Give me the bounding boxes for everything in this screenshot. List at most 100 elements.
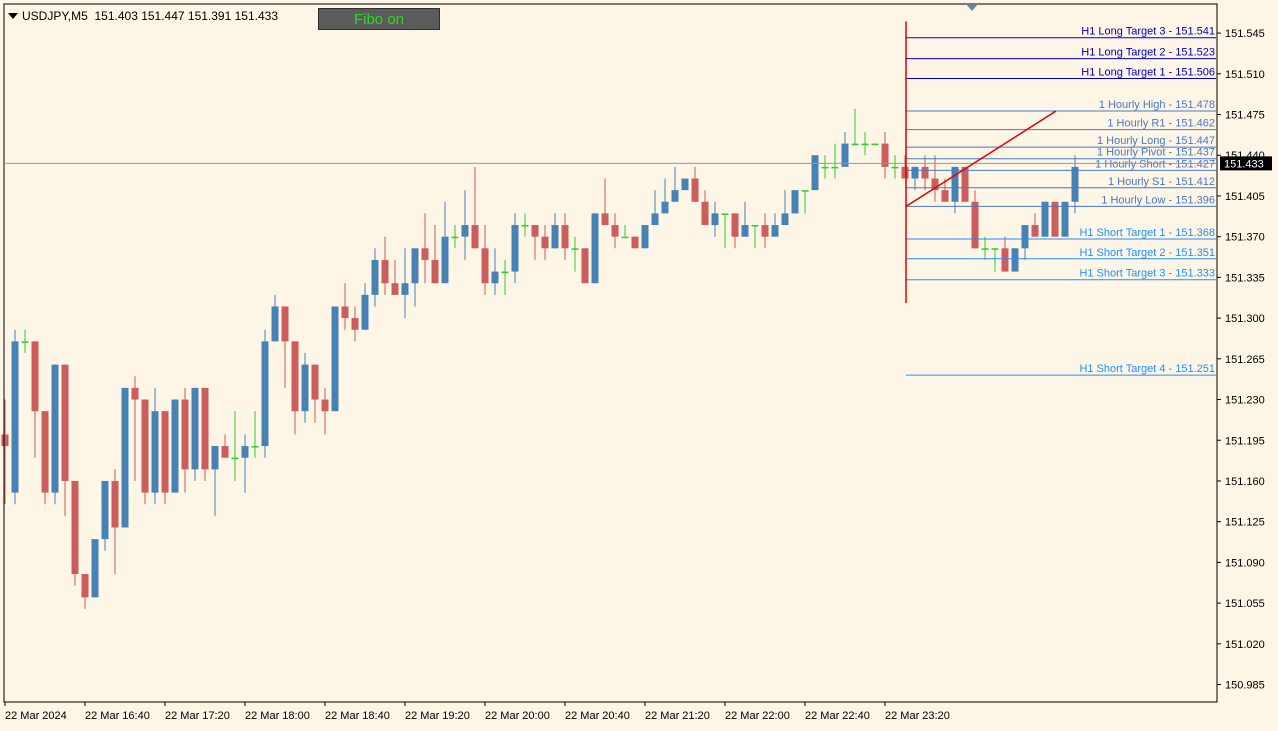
level-label: H1 Long Target 1 - 151.506 — [1081, 66, 1215, 78]
candle-body — [361, 294, 369, 330]
candle-body — [1011, 248, 1019, 272]
candle-body — [631, 236, 639, 249]
candle-body — [121, 387, 129, 528]
candle-body — [801, 190, 809, 192]
candle-body — [291, 341, 299, 412]
candle-body — [351, 318, 359, 330]
candle-body — [491, 271, 499, 284]
candle-body — [641, 225, 649, 249]
candle-body — [81, 574, 89, 598]
candle-body — [31, 341, 39, 412]
candle-body — [211, 446, 219, 470]
candle-body — [871, 143, 879, 146]
x-tick-label: 22 Mar 22:00 — [725, 710, 790, 722]
x-tick-label: 22 Mar 17:20 — [165, 710, 230, 722]
candle-body — [481, 248, 489, 284]
candle-body — [731, 213, 739, 237]
symbol-info[interactable]: USDJPY,M5 151.403 151.447 151.391 151.43… — [8, 9, 278, 23]
candle-body — [91, 539, 99, 598]
level-label: H1 Short Target 3 - 151.333 — [1079, 268, 1215, 280]
y-tick-label: 151.125 — [1225, 517, 1265, 529]
candle-body — [411, 248, 419, 284]
candle-body — [341, 306, 349, 319]
candle-body — [151, 411, 159, 493]
candle-body — [161, 411, 169, 493]
x-tick-label: 22 Mar 2024 — [5, 710, 67, 722]
candle-body — [541, 236, 549, 249]
candle-body — [761, 225, 769, 237]
candle-body — [301, 364, 309, 412]
candle-body — [51, 364, 59, 493]
candle-body — [281, 306, 289, 342]
candle-body — [741, 225, 749, 237]
candle-body — [421, 248, 429, 260]
candle-body — [651, 213, 659, 226]
candle-body — [591, 213, 599, 284]
level-label: 1 Hourly High - 151.478 — [1099, 99, 1215, 111]
candle-body — [1041, 201, 1049, 237]
y-tick-label: 151.090 — [1225, 557, 1265, 569]
candle-body — [251, 446, 259, 448]
candle-body — [1001, 248, 1009, 272]
y-tick-label: 151.265 — [1225, 354, 1265, 366]
candle-body — [461, 225, 469, 237]
current-price-label: 151.433 — [1224, 158, 1264, 170]
level-label: H1 Long Target 2 - 151.523 — [1081, 47, 1215, 59]
candle-body — [141, 399, 149, 493]
candle-body — [1021, 225, 1029, 249]
candle-body — [701, 201, 709, 226]
candle-body — [101, 480, 109, 540]
candle-body — [861, 143, 869, 146]
x-tick-label: 22 Mar 22:40 — [805, 710, 870, 722]
candle-body — [821, 166, 829, 169]
candle-body — [431, 259, 439, 284]
candle-body — [561, 225, 569, 249]
candle-body — [951, 166, 959, 202]
candle-body — [521, 225, 529, 227]
candle-body — [441, 236, 449, 284]
x-tick-label: 22 Mar 18:00 — [245, 710, 310, 722]
candle-body — [811, 155, 819, 191]
candle-body — [991, 248, 999, 250]
candle-body — [681, 178, 689, 191]
candle-body — [961, 166, 969, 202]
candle-body — [691, 178, 699, 202]
level-label: 1 Hourly Short - 151.427 — [1095, 158, 1215, 170]
candle-body — [671, 190, 679, 202]
candle-body — [1031, 225, 1039, 237]
price-chart[interactable]: H1 Long Target 3 - 151.541 H1 Long Target… — [0, 0, 1278, 731]
dropdown-arrow-icon[interactable] — [8, 13, 18, 19]
candle-body — [711, 213, 719, 226]
candle-body — [621, 236, 629, 239]
candle-body — [131, 387, 139, 400]
fibo-toggle-button[interactable]: Fibo on — [318, 8, 440, 30]
candle-body — [231, 457, 239, 460]
y-tick-label: 151.160 — [1225, 476, 1265, 488]
candle-body — [271, 306, 279, 342]
candle-body — [611, 225, 619, 237]
level-label: 1 Hourly S1 - 151.412 — [1108, 176, 1215, 188]
candle-body — [921, 166, 929, 179]
y-tick-label: 151.020 — [1225, 639, 1265, 651]
candle-body — [241, 446, 249, 458]
y-tick-label: 151.475 — [1225, 110, 1265, 122]
candle-body — [111, 480, 119, 528]
level-label: 1 Hourly Low - 151.396 — [1101, 194, 1215, 206]
candle-body — [721, 213, 729, 215]
level-label: H1 Short Target 1 - 151.368 — [1079, 227, 1215, 239]
candle-body — [891, 166, 899, 169]
candle-body — [851, 143, 859, 146]
candle-body — [371, 259, 379, 295]
candle-body — [261, 341, 269, 447]
candle-body — [941, 190, 949, 202]
x-tick-label: 22 Mar 23:20 — [885, 710, 950, 722]
candle-body — [501, 271, 509, 274]
candle-body — [831, 166, 839, 169]
candle-body — [311, 364, 319, 400]
y-tick-label: 150.985 — [1225, 680, 1265, 692]
candle-body — [791, 190, 799, 214]
candle-body — [901, 166, 909, 179]
candle-body — [551, 225, 559, 249]
x-tick-label: 22 Mar 20:40 — [565, 710, 630, 722]
x-tick-label: 22 Mar 21:20 — [645, 710, 710, 722]
